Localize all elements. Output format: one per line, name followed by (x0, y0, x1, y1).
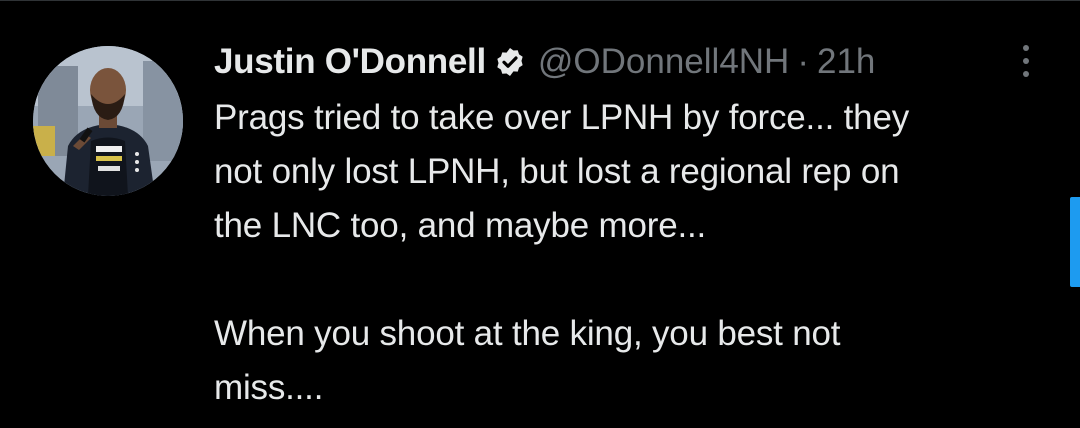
tweet-text: Prags tried to take over LPNH by force..… (214, 91, 1064, 415)
avatar-photo (33, 46, 183, 196)
tweet-text-line: When you shoot at the king, you best not (214, 314, 841, 353)
scroll-indicator[interactable] (1070, 197, 1080, 287)
tweet-text-line: not only lost LPNH, but lost a regional … (214, 152, 900, 191)
separator-dot: · (797, 42, 809, 81)
author-display-name[interactable]: Justin O'Donnell (214, 42, 486, 82)
tweet-text-line: Prags tried to take over LPNH by force..… (214, 98, 910, 137)
more-vertical-icon[interactable] (1016, 41, 1036, 81)
tweet-header: Justin O'Donnell @ODonnell4NH · 21h (214, 39, 875, 85)
author-handle[interactable]: @ODonnell4NH (538, 42, 789, 82)
avatar[interactable] (33, 46, 183, 196)
tweet[interactable]: Justin O'Donnell @ODonnell4NH · 21h Prag… (0, 0, 1080, 428)
timestamp[interactable]: 21h (817, 42, 875, 82)
tweet-text-line: the LNC too, and maybe more... (214, 206, 707, 245)
tweet-text-line: miss.... (214, 368, 324, 407)
verified-badge-icon (494, 46, 526, 78)
